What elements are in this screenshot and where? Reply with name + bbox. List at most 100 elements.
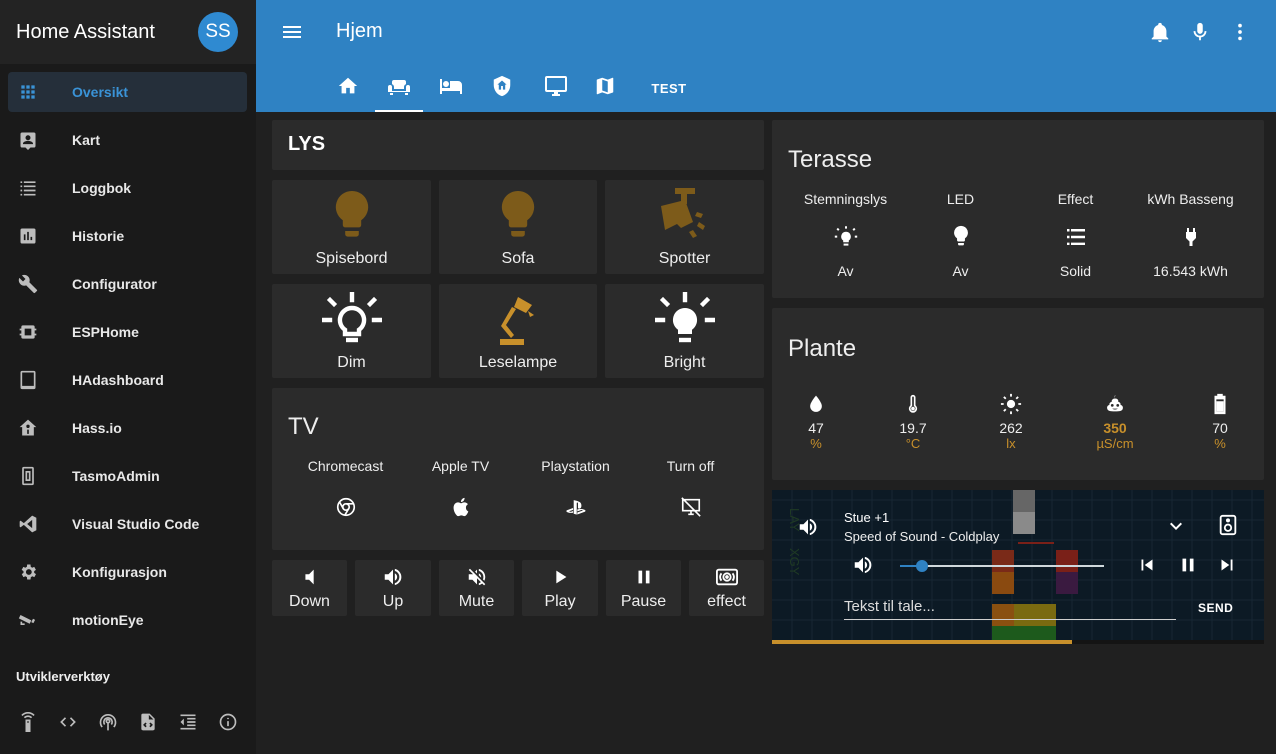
pause-icon[interactable] (1177, 554, 1199, 581)
menu-icon[interactable] (280, 20, 304, 44)
tts-send-button[interactable]: SEND (1198, 601, 1233, 615)
tab-bed[interactable] (428, 64, 474, 112)
avatar[interactable]: SS (198, 12, 238, 52)
information-outline-icon[interactable] (208, 702, 248, 742)
sidebar-item-loggbok[interactable]: Loggbok (8, 168, 247, 208)
volume-low-icon (272, 566, 347, 588)
light-button-sofa[interactable]: Sofa (439, 180, 597, 274)
sidebar-item-hadashboard[interactable]: HAdashboard (8, 360, 247, 400)
sidebar-item-label: Hass.io (72, 420, 122, 436)
media-button-pause[interactable]: Pause (606, 560, 681, 616)
monitor-off-icon (633, 496, 748, 518)
surround-sound-icon (689, 566, 764, 588)
tab-monitor[interactable] (534, 64, 578, 112)
terasse-stemningslys[interactable]: Stemningslys Av (788, 191, 903, 279)
skip-previous-icon[interactable] (1136, 554, 1158, 581)
media-button-up[interactable]: Up (355, 560, 431, 616)
volume-high-icon (355, 566, 431, 588)
sidebar-item-vscode[interactable]: Visual Studio Code (8, 504, 247, 544)
chevron-down-icon[interactable] (1164, 514, 1188, 538)
media-button-down[interactable]: Down (272, 560, 347, 616)
white-balance-sunny-icon (981, 392, 1041, 416)
tv-apple-tv[interactable]: Apple TV (403, 458, 518, 518)
tab-map[interactable] (585, 64, 625, 112)
sidebar-item-konfigurasjon[interactable]: Konfigurasjon (8, 552, 247, 592)
sidebar-item-oversikt[interactable]: Oversikt (8, 72, 247, 112)
tab-test[interactable]: TEST (639, 64, 699, 112)
light-button-spotter[interactable]: Spotter (605, 180, 764, 274)
bell-icon[interactable] (1140, 16, 1180, 48)
sidebar-item-tasmoadmin[interactable]: TasmoAdmin (8, 456, 247, 496)
playstation-icon (518, 496, 633, 518)
light-button-bright[interactable]: Bright (605, 284, 764, 378)
format-indent-icon[interactable] (168, 702, 208, 742)
sensor-temperature[interactable]: 19.7 °C (883, 392, 943, 451)
file-xml-icon[interactable] (128, 702, 168, 742)
lightbulb-icon (272, 189, 431, 245)
tab-sofa[interactable] (375, 64, 423, 112)
access-point-icon[interactable] (88, 702, 128, 742)
tv-chromecast[interactable]: Chromecast (288, 458, 403, 518)
sensor-unit: °C (905, 436, 921, 451)
button-label: Pause (620, 593, 667, 610)
tab-home[interactable] (328, 64, 368, 112)
sensor-light[interactable]: 262 lx (981, 392, 1041, 451)
switch-icon (8, 466, 48, 486)
power-plug-icon (1133, 225, 1248, 249)
entity-name: Apple TV (431, 458, 490, 474)
button-label: Play (544, 593, 576, 610)
terasse-kwh-basseng[interactable]: kWh Basseng 16.543 kWh (1133, 191, 1248, 279)
sidebar-item-label: ESPHome (72, 324, 139, 340)
light-button-leselampe[interactable]: Leselampe (439, 284, 597, 378)
sensor-unit: lx (1006, 436, 1016, 451)
sidebar-item-esphome[interactable]: ESPHome (8, 312, 247, 352)
remote-icon[interactable] (8, 702, 48, 742)
sidebar-item-label: Historie (72, 228, 125, 244)
skip-next-icon[interactable] (1216, 554, 1238, 581)
shield-home-icon (491, 75, 513, 102)
microphone-icon[interactable] (1180, 16, 1220, 48)
media-button-effect[interactable]: effect (689, 560, 764, 616)
apps-icon (8, 82, 48, 102)
sensor-conductivity[interactable]: 350 µS/cm (1085, 392, 1145, 451)
button-label: Spisebord (315, 250, 388, 267)
button-label: Spotter (658, 250, 711, 267)
speaker-device-icon[interactable] (1218, 514, 1238, 541)
volume-high-icon[interactable] (852, 554, 874, 581)
sidebar-item-configurator[interactable]: Configurator (8, 264, 247, 304)
sidebar-item-kart[interactable]: Kart (8, 120, 247, 160)
sidebar-item-historie[interactable]: Historie (8, 216, 247, 256)
developer-tools (8, 702, 248, 742)
light-button-spisebord[interactable]: Spisebord (272, 180, 431, 274)
terasse-title: Terasse (788, 146, 873, 173)
button-label: Dim (337, 354, 366, 371)
sensor-battery[interactable]: 70 % (1190, 392, 1250, 451)
tv-turn-off[interactable]: Turn off (633, 458, 748, 518)
tts-input[interactable] (844, 594, 1176, 620)
home-icon (337, 75, 359, 102)
speaker-icon[interactable] (796, 516, 820, 543)
light-button-dim[interactable]: Dim (272, 284, 431, 378)
tab-shield[interactable] (482, 64, 522, 112)
entity-state: 16.543 kWh (1153, 263, 1228, 279)
sidebar-item-label: Configurator (72, 276, 157, 292)
lightbulb-on-outline-icon (788, 225, 903, 249)
media-button-mute[interactable]: Mute (439, 560, 514, 616)
sidebar-item-hassio[interactable]: Hass.io (8, 408, 247, 448)
sidebar-item-motioneye[interactable]: motionEye (8, 600, 247, 640)
terasse-led[interactable]: LED Av (903, 191, 1018, 279)
code-tags-icon[interactable] (48, 702, 88, 742)
sensor-moisture[interactable]: 47 % (786, 392, 846, 451)
terasse-effect[interactable]: Effect Solid (1018, 191, 1133, 279)
entity-name: Chromecast (307, 458, 384, 474)
lys-title: LYS (288, 133, 326, 155)
tv-playstation[interactable]: Playstation (518, 458, 633, 518)
dots-vertical-icon[interactable] (1220, 16, 1260, 48)
entity-name: kWh Basseng (1147, 191, 1234, 207)
view-tabs: TEST (328, 64, 699, 112)
media-progress-bar (772, 640, 1073, 644)
volume-slider[interactable] (900, 560, 1104, 572)
media-button-play[interactable]: Play (522, 560, 598, 616)
sidebar-item-label: Loggbok (72, 180, 132, 196)
map-icon (594, 75, 616, 102)
